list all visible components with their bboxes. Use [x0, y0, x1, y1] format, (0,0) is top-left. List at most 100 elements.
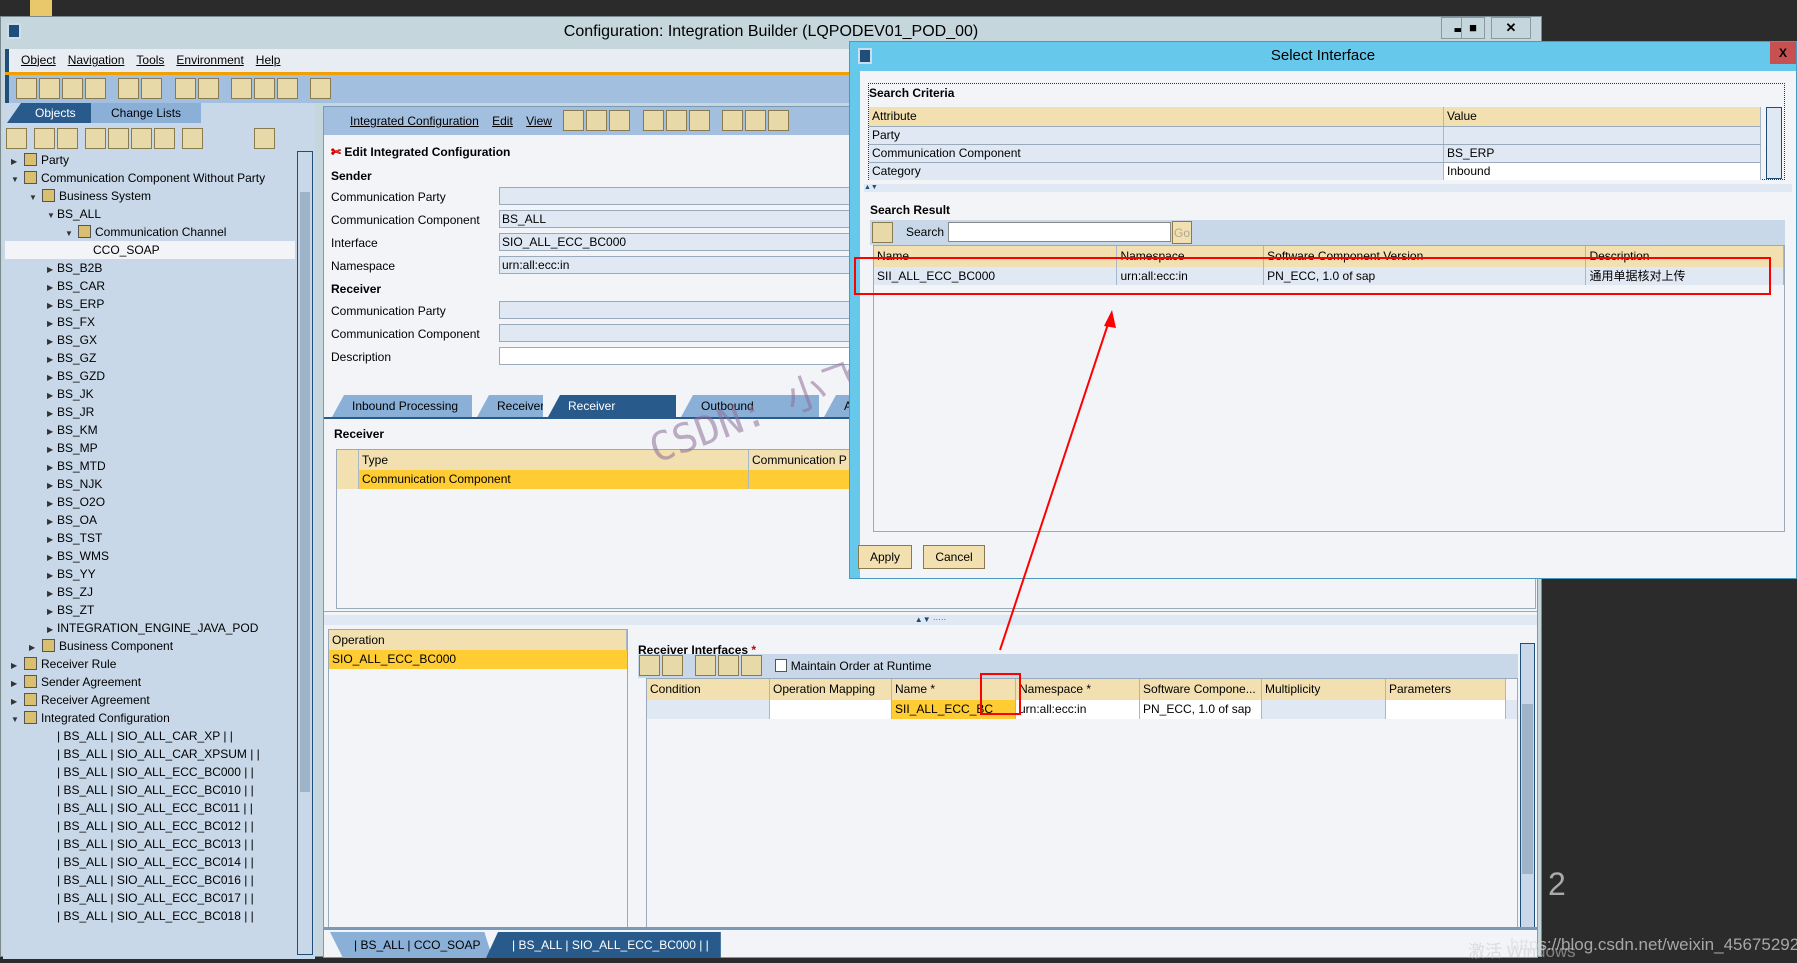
tree-item[interactable]: ▶ Sender Agreement [5, 673, 295, 691]
tree-item[interactable]: ▶ BS_NJK [5, 475, 295, 493]
copy-icon[interactable] [62, 78, 83, 99]
tree-item[interactable]: | BS_ALL | SIO_ALL_ECC_BC017 | | [5, 889, 295, 907]
find-icon[interactable] [57, 128, 78, 149]
tree-item[interactable]: | BS_ALL | SIO_ALL_ECC_BC010 | | [5, 781, 295, 799]
table-row[interactable]: SII_ALL_ECC_BC urn:all:ecc:in PN_ECC, 1.0 … [647, 700, 1517, 719]
list-icon[interactable] [277, 78, 299, 99]
criteria-row[interactable]: Communication Component BS_ERP [869, 144, 1761, 162]
tree-item[interactable]: ▶ BS_JR [5, 403, 295, 421]
tree-item[interactable]: ▶ BS_MP [5, 439, 295, 457]
tree-item[interactable]: ▼ Business System [5, 187, 295, 205]
ri-cell[interactable] [770, 700, 892, 719]
tab-receiver[interactable]: Receiver [477, 395, 543, 417]
tree-item[interactable]: ▼ Communication Channel [5, 223, 295, 241]
tree-item[interactable]: ▶ BS_TST [5, 529, 295, 547]
scrollbar-thumb[interactable] [300, 192, 310, 792]
tab-change-lists[interactable]: Change Lists [91, 103, 202, 123]
criteria-scrollbar[interactable] [1766, 107, 1782, 179]
tab-integrated-config[interactable]: | BS_ALL | SIO_ALL_ECC_BC000 | | [486, 932, 721, 958]
dialog-splitter[interactable]: ▲▼ [864, 184, 1792, 192]
ri-col-header[interactable]: Namespace * [1016, 679, 1140, 700]
tree-item[interactable]: ▶ BS_OA [5, 511, 295, 529]
tree-item[interactable]: ▶ BS_FX [5, 313, 295, 331]
splitter[interactable]: ▲▼ ····· [324, 615, 1537, 625]
table-icon[interactable] [744, 110, 766, 131]
tree-item[interactable]: ▶ BS_CAR [5, 277, 295, 295]
objects-icon[interactable] [118, 78, 140, 99]
add-row-icon[interactable] [639, 655, 660, 676]
tab-objects[interactable]: Objects [7, 103, 96, 123]
open-folder-icon[interactable] [741, 655, 763, 676]
tree-item[interactable]: ▶ BS_GZ [5, 349, 295, 367]
refresh-icon[interactable] [6, 128, 27, 149]
expanded-icon[interactable]: ▼ [65, 225, 75, 243]
menu-object[interactable]: Object [21, 53, 56, 67]
collapse-icon[interactable] [108, 128, 129, 149]
check-icon[interactable] [141, 78, 163, 99]
filter-icon[interactable] [34, 128, 55, 149]
stop-icon[interactable] [254, 128, 275, 149]
tree-item[interactable]: ▶ BS_ERP [5, 295, 295, 313]
tree-item[interactable]: ▶ BS_YY [5, 565, 295, 583]
dialog-close-button[interactable]: X [1770, 42, 1796, 64]
menu-edit[interactable]: Edit [492, 114, 513, 128]
ri-cell[interactable]: urn:all:ecc:in [1016, 700, 1140, 719]
tree-item[interactable]: ▶ BS_GX [5, 331, 295, 349]
ri-col-header[interactable]: Condition [647, 679, 770, 700]
ri-cell[interactable]: PN_ECC, 1.0 of sap [1140, 700, 1262, 719]
tree-item[interactable]: ▶ BS_GZD [5, 367, 295, 385]
copy-icon[interactable] [609, 110, 631, 131]
ri-cell[interactable] [1262, 700, 1386, 719]
tree-item[interactable]: | BS_ALL | SIO_ALL_ECC_BC012 | | [5, 817, 295, 835]
search-input[interactable] [948, 222, 1171, 242]
tab-channel[interactable]: | BS_ALL | CCO_SOAP [330, 932, 493, 958]
cancel-button[interactable]: Cancel [923, 545, 985, 569]
tree-item[interactable]: ▶ Party [5, 151, 295, 169]
maximize-button[interactable]: ■ [1461, 17, 1485, 39]
tree-scrollbar[interactable] [297, 151, 313, 955]
activate-icon[interactable] [721, 110, 743, 131]
criteria-row[interactable]: Party [869, 126, 1761, 144]
tree-item[interactable]: ▼ Communication Component Without Party [5, 169, 295, 187]
tree-item[interactable]: ▶ Receiver Agreement [5, 691, 295, 709]
tree-item[interactable]: ▼ Integrated Configuration [5, 709, 295, 727]
save-icon[interactable] [586, 110, 608, 131]
history-icon[interactable] [767, 110, 789, 131]
move-down-icon[interactable] [718, 655, 740, 676]
tree-item[interactable]: | BS_ALL | SIO_ALL_ECC_BC000 | | [5, 763, 295, 781]
maintain-order-checkbox[interactable] [774, 659, 787, 672]
menu-navigation[interactable]: Navigation [68, 53, 125, 67]
menu-help[interactable]: Help [256, 53, 281, 67]
tree-item[interactable]: | BS_ALL | SIO_ALL_ECC_BC016 | | [5, 871, 295, 889]
ri-cell[interactable] [1386, 700, 1506, 719]
tree-item[interactable]: ▶ INTEGRATION_ENGINE_JAVA_POD [5, 619, 295, 637]
tree-item[interactable]: ▶ Business Component [5, 637, 295, 655]
tree-item[interactable]: ▶ BS_JK [5, 385, 295, 403]
new-icon[interactable] [16, 78, 37, 99]
close-button[interactable]: ✕ [1491, 17, 1531, 39]
delete-icon[interactable] [85, 78, 106, 99]
expanded-icon[interactable]: ▼ [47, 207, 57, 225]
tree-item[interactable]: ▶ BS_KM [5, 421, 295, 439]
tree-item[interactable]: | BS_ALL | SIO_ALL_ECC_BC014 | | [5, 853, 295, 871]
tree-item[interactable]: ▶ BS_ZJ [5, 583, 295, 601]
expanded-icon[interactable]: ▼ [11, 711, 21, 729]
ri-col-header[interactable]: Parameters [1386, 679, 1506, 700]
tree-item[interactable]: CCO_SOAP [5, 241, 295, 259]
open-icon[interactable] [39, 78, 60, 99]
back-icon[interactable] [231, 78, 253, 99]
tree-item[interactable]: | BS_ALL | SIO_ALL_ECC_BC018 | | [5, 907, 295, 925]
tree-item[interactable]: ▶ BS_O2O [5, 493, 295, 511]
tree-item[interactable]: ▶ BS_MTD [5, 457, 295, 475]
down-icon[interactable] [131, 128, 152, 149]
help-icon[interactable] [310, 78, 332, 99]
menu-environment[interactable]: Environment [176, 53, 243, 67]
ri-scrollbar[interactable] [1520, 643, 1535, 929]
expanded-icon[interactable]: ▼ [29, 189, 39, 207]
select-all-cell[interactable] [337, 450, 359, 470]
ri-cell[interactable] [647, 700, 770, 719]
funnel-icon[interactable] [182, 128, 203, 149]
ri-col-header[interactable]: Software Compone... [1140, 679, 1262, 700]
where-used-icon[interactable] [174, 78, 196, 99]
expand-icon[interactable] [85, 128, 106, 149]
